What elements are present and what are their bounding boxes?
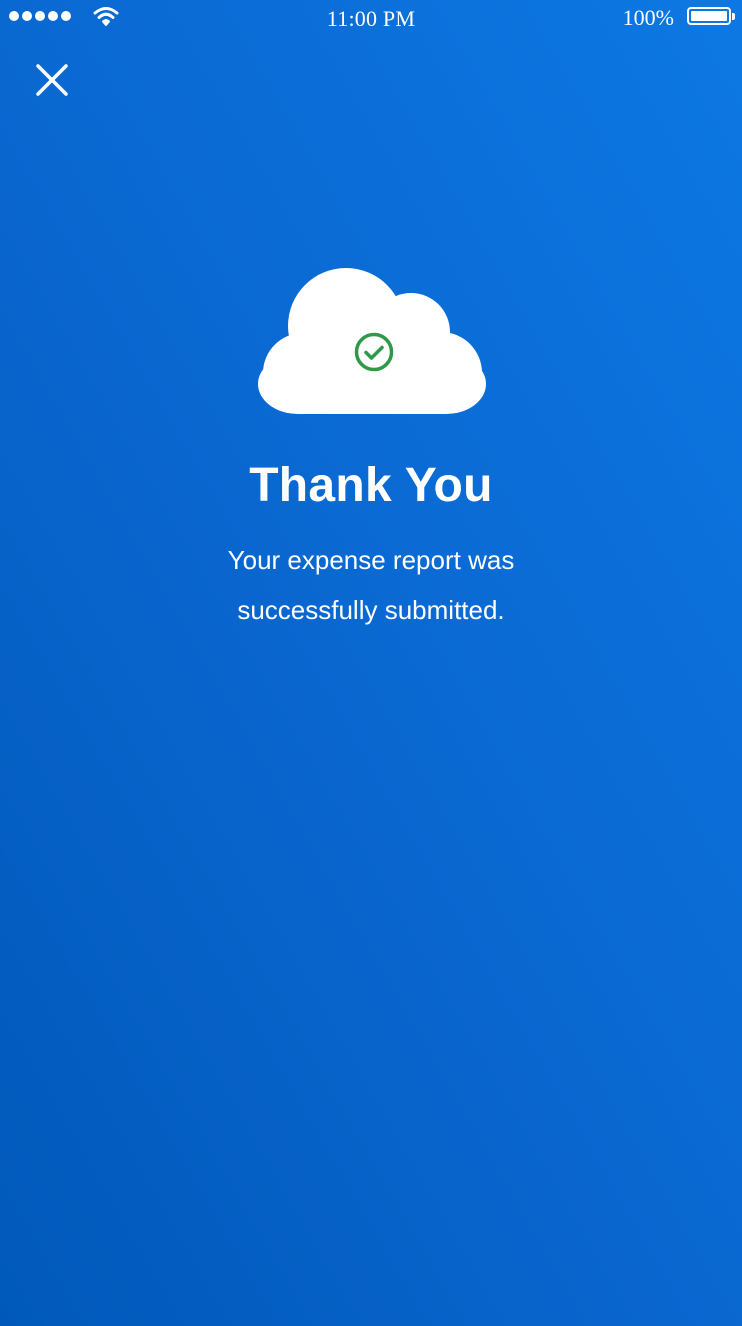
page-title: Thank You (249, 459, 493, 512)
battery-full-icon (687, 7, 735, 25)
cloud-icon (258, 268, 486, 414)
battery-percentage: 100% (622, 5, 674, 30)
confirmation-message: Your expense report was successfully sub… (0, 535, 742, 635)
message-line-1: Your expense report was (227, 545, 515, 575)
close-icon (36, 64, 68, 96)
status-bar: 11:00 PM 100% (0, 0, 742, 36)
close-button[interactable] (26, 54, 78, 106)
message-line-2: successfully submitted. (237, 595, 505, 625)
